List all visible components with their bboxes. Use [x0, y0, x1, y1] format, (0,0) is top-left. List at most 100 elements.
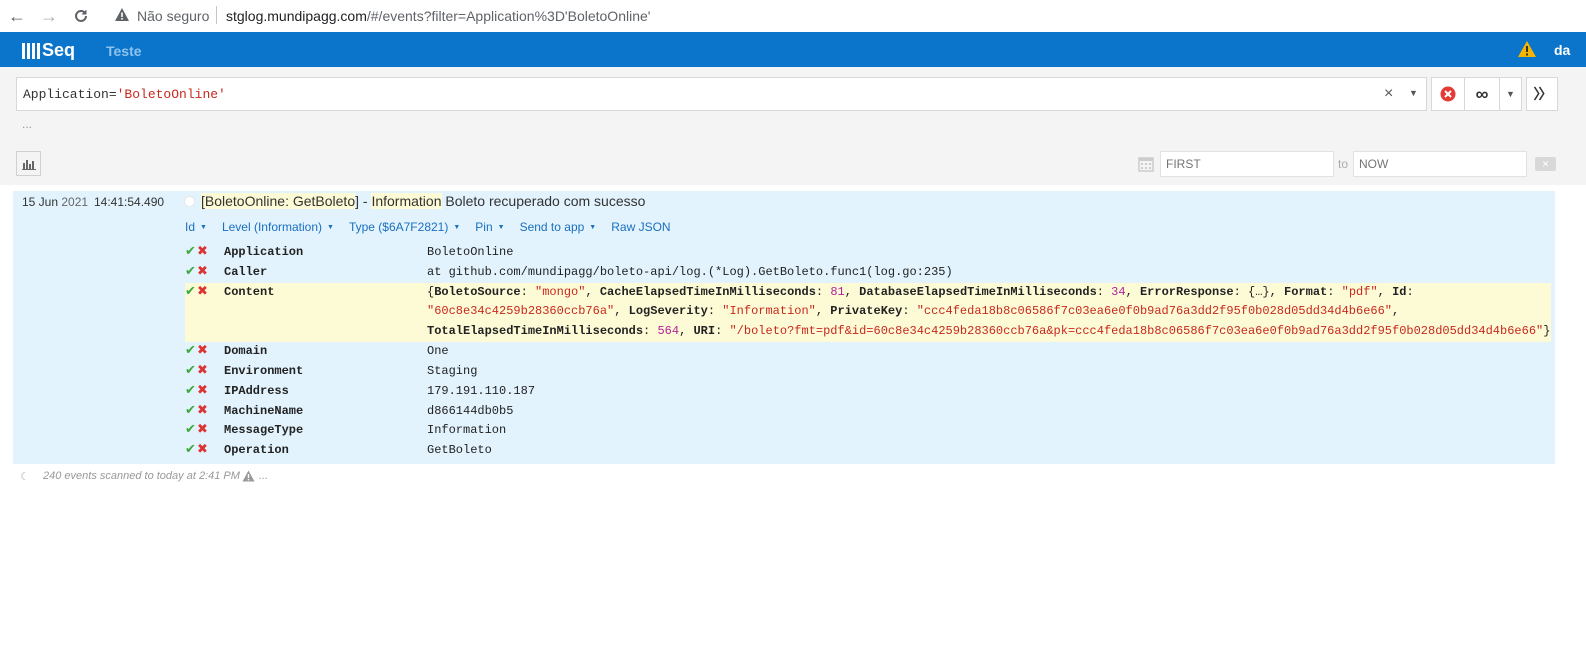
event-date-year: 2021 [61, 195, 89, 209]
exclude-filter-icon[interactable]: ✖ [197, 383, 208, 398]
property-name: MessageType [224, 423, 304, 438]
status-text: 240 events scanned to today at 2:41 PM [43, 470, 240, 482]
property-name: Content [224, 284, 275, 299]
more-dropdown-icon[interactable]: ▼ [1500, 78, 1521, 110]
date-from-input[interactable] [1160, 151, 1334, 177]
property-row: ✔ ✖ Domain One [185, 342, 1551, 362]
exclude-filter-icon[interactable]: ✖ [197, 442, 208, 457]
warning-icon[interactable] [114, 7, 130, 23]
chevron-down-icon: ▼ [200, 224, 207, 231]
include-filter-icon[interactable]: ✔ [185, 244, 196, 259]
action-type[interactable]: Type ($6A7F2821) ▼ [349, 220, 460, 234]
property-row: ✔ ✖ Operation GetBoleto [185, 441, 1551, 461]
exclude-filter-icon[interactable]: ✖ [197, 422, 208, 437]
json-punct: : [902, 304, 917, 319]
property-row: ✔ ✖ Application BoletoOnline [185, 243, 1551, 263]
history-dropdown-icon[interactable]: ▼ [1409, 88, 1418, 98]
forward-arrow-icon[interactable]: → [38, 5, 60, 27]
url-path: /#/events?filter=Application%3D'BoletoOn… [366, 8, 651, 24]
action-raw-json[interactable]: Raw JSON [611, 220, 670, 234]
exclude-filter-icon[interactable]: ✖ [197, 363, 208, 378]
json-punct: : [1406, 284, 1414, 299]
loading-spinner-icon: ☾ [20, 471, 30, 483]
property-value: d866144db0b5 [427, 403, 514, 418]
json-key: PrivateKey [830, 304, 903, 319]
query-text: Application='BoletoOnline' [23, 87, 226, 102]
json-punct: : [715, 324, 730, 339]
stop-button[interactable] [1432, 78, 1465, 110]
workspace-link[interactable]: Teste [106, 43, 142, 59]
include-filter-icon[interactable]: ✔ [185, 284, 196, 299]
json-punct: } [1543, 324, 1551, 339]
filter-area: Application='BoletoOnline' × ▼ ∞ ▼ 〉〉 ..… [0, 67, 1586, 185]
action-level[interactable]: Level (Information) ▼ [222, 220, 334, 234]
json-punct: , [585, 284, 600, 299]
date-to-input[interactable] [1353, 151, 1527, 177]
exclude-filter-icon[interactable]: ✖ [197, 284, 208, 299]
tail-button[interactable]: ∞ [1465, 78, 1500, 110]
property-value: 179.191.110.187 [427, 383, 536, 398]
insecure-label[interactable]: Não seguro [137, 8, 209, 24]
property-value: One [427, 344, 449, 359]
include-filter-icon[interactable]: ✔ [185, 264, 196, 279]
expand-panel-button[interactable]: 〉〉 [1526, 77, 1558, 111]
content-value: {BoletoSource: "mongo", CacheElapsedTime… [427, 285, 1550, 344]
logo-text: Seq [42, 40, 76, 60]
event-row[interactable]: 15 Jun 2021 14:41:54.490 [BoletoOnline: … [13, 191, 1555, 464]
json-punct: : [643, 324, 658, 339]
msg-colon: : [285, 193, 293, 209]
calendar-icon[interactable] [1138, 156, 1154, 172]
action-send-label: Send to app [519, 220, 585, 234]
bar-chart-icon [21, 159, 36, 170]
json-punct: : [815, 284, 831, 299]
content-line-1: {BoletoSource: "mongo", CacheElapsedTime… [427, 285, 1550, 305]
include-filter-icon[interactable]: ✔ [185, 383, 196, 398]
user-menu[interactable]: da [1554, 42, 1570, 58]
action-send-to-app[interactable]: Send to app ▼ [520, 220, 597, 234]
property-name: Domain [224, 344, 268, 359]
include-filter-icon[interactable]: ✔ [185, 343, 196, 358]
infinity-icon: ∞ [1475, 83, 1489, 104]
action-type-label: Type ($6A7F2821) [348, 220, 449, 234]
event-message[interactable]: [BoletoOnline: GetBoleto] - Information … [201, 193, 645, 209]
json-key: CacheElapsedTimeInMilliseconds [599, 284, 816, 299]
include-filter-icon[interactable]: ✔ [185, 422, 196, 437]
query-input[interactable]: Application='BoletoOnline' × ▼ [16, 77, 1427, 111]
json-punct: : {…}, [1233, 284, 1285, 299]
exclude-filter-icon[interactable]: ✖ [197, 244, 208, 259]
alert-warning-icon[interactable] [1517, 40, 1537, 58]
json-string: "mongo" [535, 284, 586, 299]
exclude-filter-icon[interactable]: ✖ [197, 343, 208, 358]
address-bar[interactable]: stglog.mundipagg.com/#/events?filter=App… [226, 8, 650, 24]
json-punct: : [1096, 284, 1112, 299]
level-indicator-icon [184, 196, 195, 207]
json-number: 34 [1111, 284, 1126, 299]
query-more[interactable]: ... [22, 117, 32, 131]
exclude-filter-icon[interactable]: ✖ [197, 403, 208, 418]
json-punct: , [679, 324, 694, 339]
clear-query-icon[interactable]: × [1384, 85, 1393, 103]
json-key: Id [1392, 284, 1407, 299]
property-name: IPAddress [224, 383, 289, 398]
seq-logo[interactable]: Seq [22, 40, 75, 61]
chevron-down-icon: ▼ [589, 224, 597, 231]
exclude-filter-icon[interactable]: ✖ [197, 264, 208, 279]
action-id[interactable]: Id ▼ [185, 220, 207, 234]
reload-icon[interactable] [70, 5, 92, 27]
include-filter-icon[interactable]: ✔ [185, 363, 196, 378]
content-line-3: TotalElapsedTimeInMilliseconds: 564, URI… [427, 324, 1550, 344]
property-name: MachineName [224, 403, 304, 418]
action-pin[interactable]: Pin ▼ [475, 220, 504, 234]
json-number: 564 [657, 324, 680, 339]
chart-button[interactable] [16, 151, 41, 176]
json-string: "ccc4feda18b8c06586f7c03ea6e0f0b9ad76a3d… [916, 304, 1392, 319]
include-filter-icon[interactable]: ✔ [185, 442, 196, 457]
clear-dates-icon[interactable]: ✕ [1535, 157, 1556, 171]
msg-text: Boleto recuperado com sucesso [441, 193, 646, 209]
back-arrow-icon[interactable]: ← [6, 5, 28, 27]
warning-icon[interactable] [242, 470, 255, 482]
property-row: ✔ ✖ Environment Staging [185, 362, 1551, 382]
status-more[interactable]: ... [259, 470, 268, 482]
json-key: ErrorResponse [1139, 284, 1234, 299]
include-filter-icon[interactable]: ✔ [185, 403, 196, 418]
